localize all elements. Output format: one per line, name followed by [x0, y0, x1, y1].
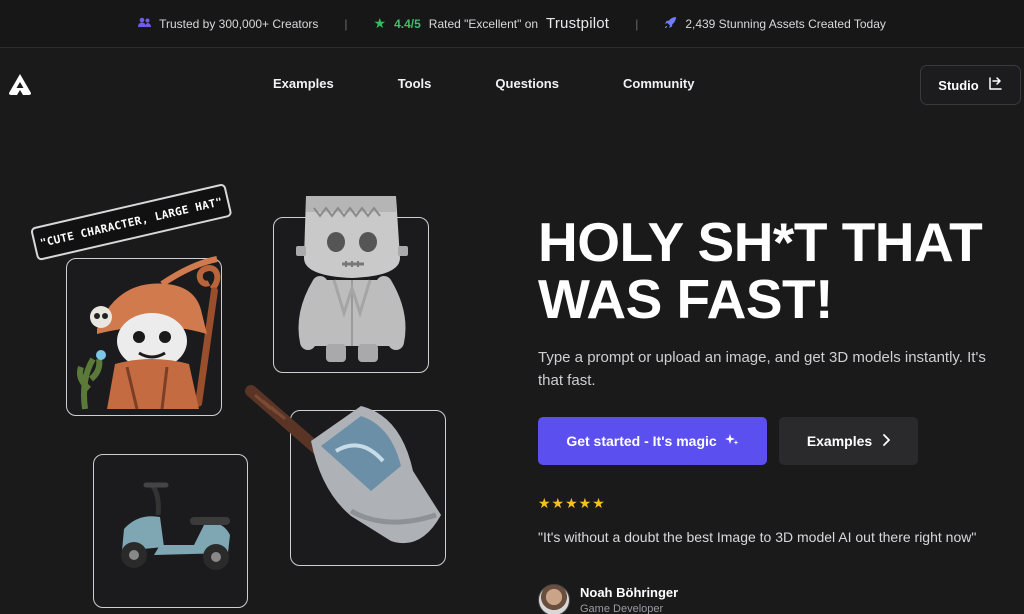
rating-value: 4.4/5 — [394, 16, 421, 31]
nav-link-questions[interactable]: Questions — [495, 76, 559, 91]
chevron-right-icon — [882, 433, 891, 449]
trustpilot-rating-item[interactable]: ★ 4.4/5 Rated "Excellent" on Trustpilot — [374, 15, 610, 32]
sparkles-icon — [724, 433, 739, 450]
users-icon — [138, 17, 152, 31]
frankenstein-card[interactable] — [273, 196, 429, 373]
trusted-text: Trusted by 300,000+ Creators — [159, 16, 319, 31]
reviewer: Noah Böhringer Game Developer — [538, 584, 678, 614]
rocket-icon — [664, 16, 677, 32]
prompt-tag: "CUTE CHARACTER, LARGE HAT" — [30, 183, 233, 262]
rating-stars: ★★★★★ — [538, 495, 606, 511]
nav-link-examples[interactable]: Examples — [273, 76, 334, 91]
character-card[interactable] — [66, 256, 222, 416]
assets-text: 2,439 Stunning Assets Created Today — [685, 16, 886, 31]
avatar — [538, 584, 570, 614]
examples-label: Examples — [806, 433, 873, 449]
trustpilot-brand: Trustpilot — [546, 15, 610, 32]
app-logo-icon[interactable] — [8, 73, 32, 97]
weapon-card[interactable] — [245, 385, 446, 566]
main-nav: Examples Tools Questions Community Studi… — [0, 49, 1024, 121]
star-icon: ★ — [373, 15, 387, 31]
nav-links: Examples Tools Questions Community — [273, 76, 694, 91]
axe-weapon-image — [245, 385, 441, 544]
examples-button[interactable]: Examples — [779, 417, 918, 465]
hero-headline: HOLY SH*T THAT WAS FAST! — [538, 214, 1018, 328]
headline-line-2: WAS FAST! — [538, 268, 833, 330]
reviewer-role: Game Developer — [580, 603, 664, 614]
studio-button[interactable]: Studio — [920, 65, 1021, 105]
wizard-character-image — [77, 256, 221, 410]
rated-text: Rated "Excellent" on — [428, 16, 539, 31]
reviewer-name: Noah Böhringer — [580, 585, 679, 600]
get-started-button[interactable]: Get started - It's magic — [538, 417, 767, 465]
get-started-label: Get started - It's magic — [566, 433, 717, 449]
nav-link-community[interactable]: Community — [623, 76, 695, 91]
testimonial-quote: "It's without a doubt the best Image to … — [538, 529, 977, 545]
studio-label: Studio — [938, 77, 979, 93]
arrow-corner-icon — [987, 76, 1003, 95]
scooter-image — [121, 482, 230, 570]
frankenstein-figure-image — [296, 196, 408, 362]
headline-line-1: HOLY SH*T THAT — [538, 211, 983, 273]
divider: | — [635, 16, 639, 31]
scooter-card[interactable] — [93, 454, 248, 608]
announcement-bar: Trusted by 300,000+ Creators | ★ 4.4/5 R… — [0, 0, 1024, 48]
nav-link-tools[interactable]: Tools — [398, 76, 432, 91]
assets-item: 2,439 Stunning Assets Created Today — [664, 16, 886, 32]
trusted-by-item: Trusted by 300,000+ Creators — [138, 17, 318, 31]
hero-subtext: Type a prompt or upload an image, and ge… — [538, 349, 986, 389]
divider: | — [344, 16, 348, 31]
